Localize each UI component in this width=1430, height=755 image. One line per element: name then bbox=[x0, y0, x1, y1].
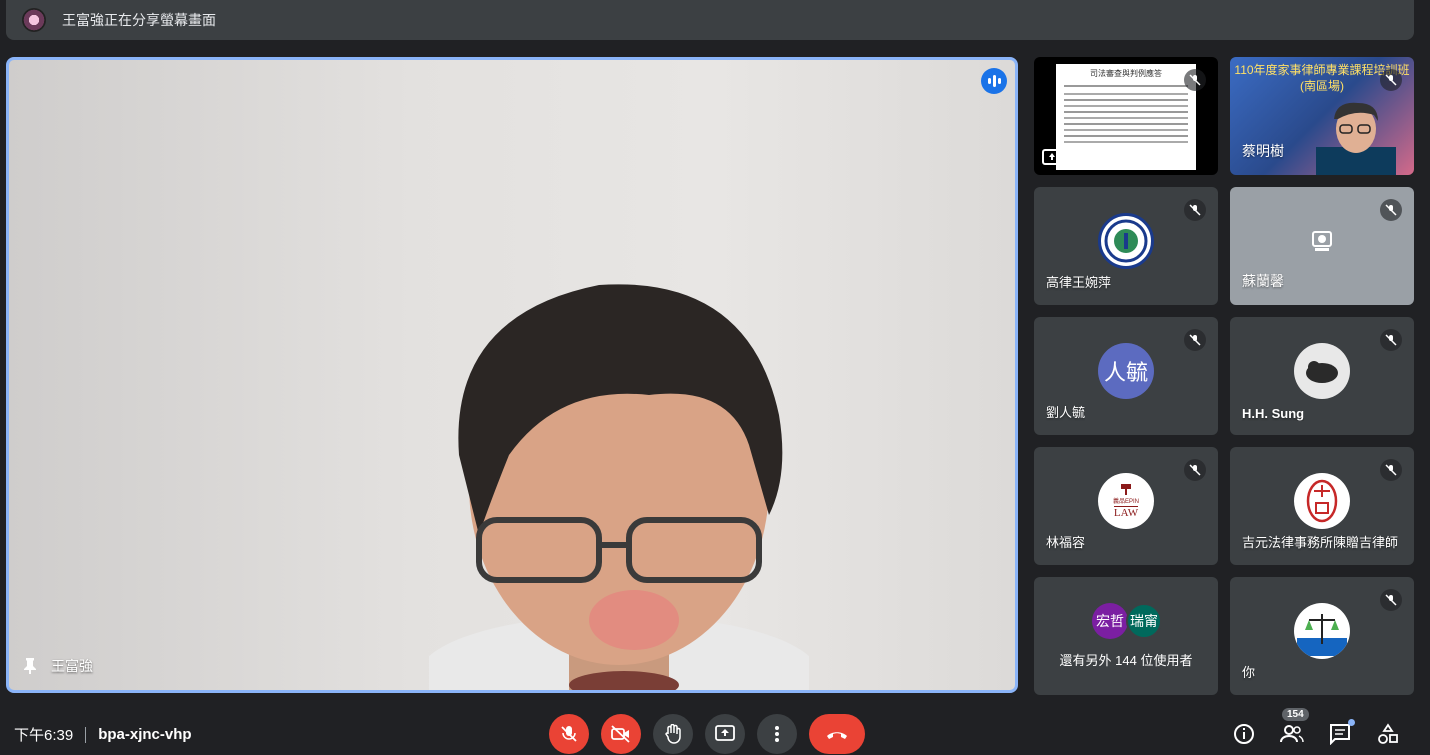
participant-avatar: 宏哲 bbox=[1092, 603, 1128, 639]
presenter-avatar bbox=[22, 8, 46, 32]
participant-tile[interactable]: 蘇蘭馨 bbox=[1230, 187, 1414, 305]
shared-slide: 司法審查與判例應答 bbox=[1056, 64, 1196, 170]
mic-off-icon bbox=[1184, 199, 1206, 221]
bar-association-logo bbox=[1098, 213, 1154, 270]
other-participants-tile[interactable]: 宏哲 瑞甯 還有另外 144 位使用者 bbox=[1034, 577, 1218, 695]
mic-off-icon bbox=[1380, 199, 1402, 221]
seal-logo bbox=[1294, 473, 1350, 530]
participant-tile[interactable]: 高律王婉萍 bbox=[1034, 187, 1218, 305]
speaking-indicator-icon bbox=[981, 68, 1007, 94]
meeting-code: bpa-xjnc-vhp bbox=[98, 726, 192, 743]
mic-off-icon bbox=[1184, 459, 1206, 481]
participant-name: 劉人毓 bbox=[1046, 405, 1086, 420]
info-icon bbox=[1234, 724, 1254, 744]
present-button[interactable] bbox=[705, 714, 745, 754]
hand-icon bbox=[665, 724, 681, 744]
participant-tile[interactable]: 人毓 劉人毓 bbox=[1034, 317, 1218, 435]
hang-up-icon bbox=[827, 732, 847, 739]
chat-icon bbox=[1330, 724, 1350, 745]
camera-off-icon bbox=[1312, 231, 1332, 252]
justice-logo bbox=[1294, 603, 1350, 660]
leave-call-button[interactable] bbox=[809, 714, 865, 754]
mic-off-icon bbox=[1380, 459, 1402, 481]
mic-off-icon bbox=[1380, 69, 1402, 91]
participant-name: 你 bbox=[1242, 665, 1256, 680]
more-vert-icon bbox=[775, 726, 779, 742]
divider bbox=[85, 726, 87, 743]
present-screen-icon bbox=[715, 725, 735, 741]
presenting-text: 王富強正在分享螢幕畫面 bbox=[62, 12, 216, 28]
mic-off-icon bbox=[561, 726, 577, 742]
mic-off-icon bbox=[1380, 329, 1402, 351]
speaker-video bbox=[429, 284, 809, 690]
activities-button[interactable] bbox=[1376, 722, 1400, 746]
main-speaker-label: 王富強 bbox=[23, 656, 93, 676]
people-icon bbox=[1280, 725, 1304, 743]
control-bar: 下午6:39 bpa-xjnc-vhp 154 bbox=[0, 708, 1430, 755]
meeting-info: 下午6:39 bpa-xjnc-vhp bbox=[14, 724, 192, 745]
participant-tile[interactable]: 110年度家事律師專業課程培訓班 (南區場) 蔡明樹 bbox=[1230, 57, 1414, 175]
initials-avatar: 人毓 bbox=[1098, 343, 1154, 400]
law-firm-logo: 義品EPIN LAW bbox=[1098, 473, 1154, 530]
call-controls bbox=[549, 714, 865, 754]
meeting-details-button[interactable] bbox=[1232, 722, 1256, 746]
pin-icon[interactable] bbox=[23, 658, 37, 674]
participants-button[interactable]: 154 bbox=[1280, 708, 1309, 746]
main-speaker-tile[interactable]: 王富強 bbox=[6, 57, 1018, 693]
participant-name: 蔡明樹 bbox=[1242, 143, 1284, 159]
participant-name: H.H. Sung bbox=[1242, 406, 1305, 421]
microphone-button[interactable] bbox=[549, 714, 589, 754]
participant-video bbox=[1316, 102, 1396, 175]
presentation-banner: 王富強正在分享螢幕畫面 bbox=[6, 0, 1414, 40]
camera-off-icon bbox=[611, 725, 630, 743]
participant-name: 林福容 bbox=[1046, 535, 1086, 550]
slide-title: 司法審查與判例應答 bbox=[1090, 69, 1162, 78]
main-speaker-name: 王富強 bbox=[51, 658, 93, 674]
participant-name: 蘇蘭馨 bbox=[1242, 273, 1284, 289]
present-icon bbox=[1042, 149, 1062, 165]
raise-hand-button[interactable] bbox=[653, 714, 693, 754]
others-count-text: 還有另外 144 位使用者 bbox=[1059, 653, 1193, 668]
profile-photo bbox=[1294, 343, 1350, 400]
gavel-icon bbox=[1121, 484, 1131, 496]
more-options-button[interactable] bbox=[757, 714, 797, 754]
mic-off-icon bbox=[1184, 69, 1206, 91]
participant-name: 吉元法律事務所陳贈吉律師 bbox=[1242, 535, 1399, 550]
participant-tile[interactable]: H.H. Sung bbox=[1230, 317, 1414, 435]
side-controls: 154 bbox=[1232, 708, 1400, 746]
mic-off-icon bbox=[1184, 329, 1206, 351]
participant-tile[interactable]: 吉元法律事務所陳贈吉律師 bbox=[1230, 447, 1414, 565]
participant-avatar: 瑞甯 bbox=[1126, 603, 1162, 639]
participant-name: 高律王婉萍 bbox=[1046, 275, 1112, 290]
current-time: 下午6:39 bbox=[14, 727, 74, 744]
screen-share-tile[interactable]: 司法審查與判例應答 bbox=[1034, 57, 1218, 175]
unread-dot bbox=[1348, 719, 1355, 726]
chat-button[interactable] bbox=[1328, 719, 1355, 746]
camera-button[interactable] bbox=[601, 714, 641, 754]
mic-off-icon bbox=[1380, 589, 1402, 611]
participant-count-badge: 154 bbox=[1282, 708, 1309, 721]
self-tile[interactable]: 你 bbox=[1230, 577, 1414, 695]
shapes-icon bbox=[1378, 723, 1398, 744]
participant-tile[interactable]: 義品EPIN LAW 林福容 bbox=[1034, 447, 1218, 565]
